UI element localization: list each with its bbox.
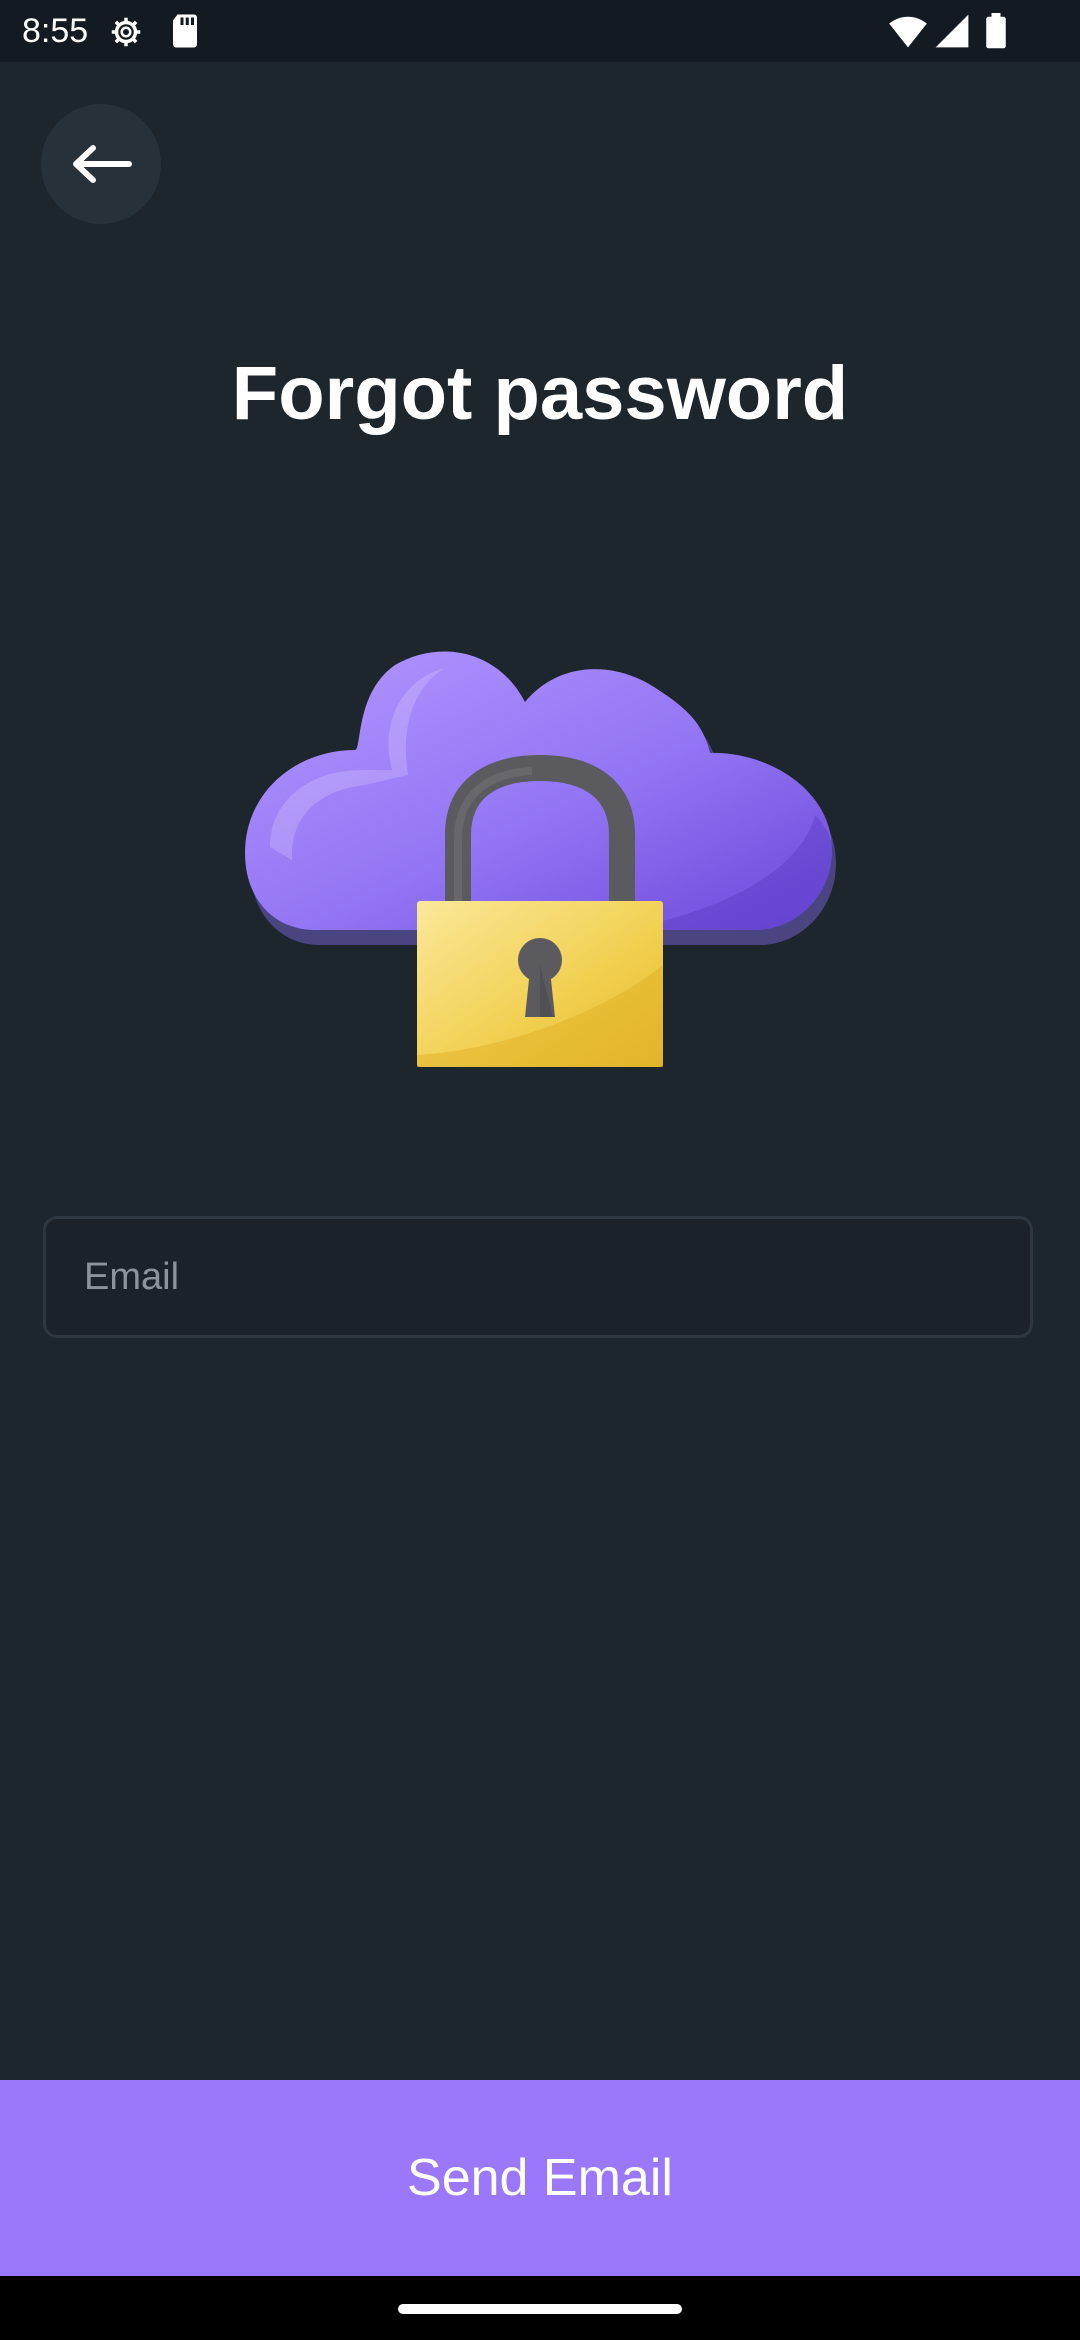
cloud-lock-illustration [245,651,836,1067]
sd-card-icon [173,14,197,48]
back-button[interactable] [41,104,161,224]
wifi-icon [889,16,927,48]
arrow-left-icon [73,145,132,183]
settings-gear-icon [111,17,141,47]
battery-icon [986,13,1006,49]
status-time: 8:55 [22,12,89,50]
cell-signal-icon [935,14,969,48]
cloud [245,651,832,930]
home-indicator[interactable] [398,2304,682,2314]
email-field[interactable] [43,1216,1033,1338]
navigation-bar [0,2276,1080,2340]
send-email-button[interactable]: Send Email [0,2080,1080,2276]
status-bar: 8:55 [0,0,1080,62]
page-title: Forgot password [231,351,849,436]
